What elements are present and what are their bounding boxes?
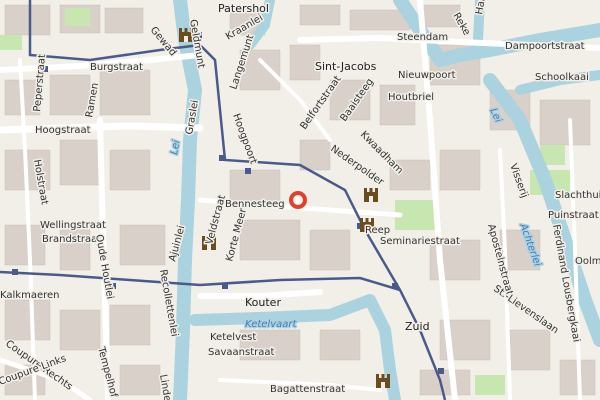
- label-wellingstraat: Wellingstraat: [40, 220, 106, 231]
- label-hoogstraat: Hoogstraat: [35, 125, 91, 136]
- castle-icon[interactable]: [376, 374, 390, 388]
- label-kouter: Kouter: [245, 296, 281, 309]
- label-savaanstraat: Savaanstraat: [208, 347, 274, 358]
- label-houtbriel: Houtbriel: [388, 92, 434, 103]
- label-ketelvaart: Ketelvaart: [245, 319, 297, 330]
- label-kalkmaeren: Kalkmaeren: [0, 290, 59, 301]
- label-slachthuisstraat: Slachthuisstraat: [555, 190, 600, 201]
- label-bagattenstraat: Bagattenstraat: [270, 384, 345, 395]
- label-burgstraat: Burgstraat: [90, 62, 143, 73]
- label-bennesteeg: Bennesteeg: [225, 199, 285, 210]
- label-reep: Reep: [365, 225, 390, 236]
- label-seminariestraat: Seminariestraat: [380, 236, 460, 247]
- label-nieuwpoort: Nieuwpoort: [398, 70, 456, 81]
- map-canvas[interactable]: Patershol Sint-Jacobs Zuid Kouter Burgst…: [0, 0, 600, 400]
- label-dampoortstraat: Dampoortstraat: [505, 41, 585, 52]
- label-oolman: Oolman: [575, 256, 600, 267]
- label-brandstraat: Brandstraat: [42, 234, 101, 245]
- label-sint-jacobs: Sint-Jacobs: [315, 60, 377, 73]
- label-ketelvest: Ketelvest: [210, 332, 256, 343]
- label-schoolkaai: Schoolkaai: [535, 72, 589, 83]
- map-view[interactable]: Patershol Sint-Jacobs Zuid Kouter Burgst…: [0, 0, 600, 400]
- label-patershol: Patershol: [218, 2, 269, 15]
- label-steendam: Steendam: [397, 32, 448, 43]
- label-zuid: Zuid: [405, 320, 430, 333]
- label-puinstraat: Puinstraat: [548, 210, 599, 221]
- castle-icon[interactable]: [364, 188, 378, 202]
